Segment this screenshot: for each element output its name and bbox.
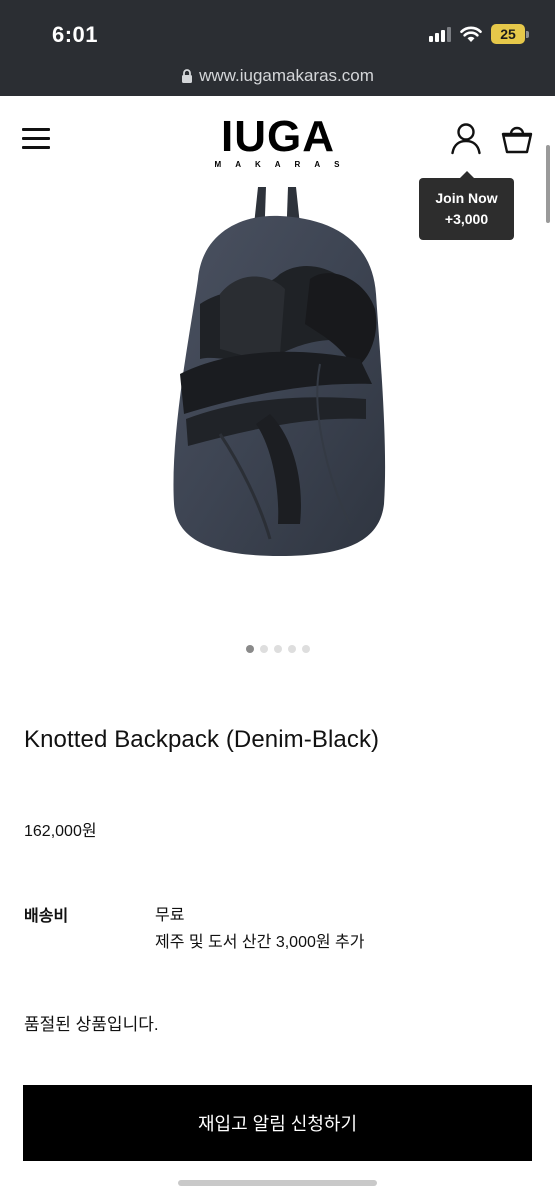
tooltip-line1: Join Now bbox=[435, 190, 498, 206]
home-indicator[interactable] bbox=[178, 1180, 377, 1186]
restock-alert-button[interactable]: 재입고 알림 신청하기 bbox=[23, 1085, 532, 1161]
soldout-notice: 품절된 상품입니다. bbox=[24, 1015, 159, 1034]
account-button[interactable] bbox=[450, 122, 482, 156]
shipping-value: 무료 제주 및 도서 산간 3,000원 추가 bbox=[155, 902, 364, 956]
menu-button[interactable] bbox=[22, 128, 50, 150]
lock-icon bbox=[182, 68, 193, 83]
url-text: www.iugamakaras.com bbox=[199, 66, 374, 85]
logo-main: IUGA bbox=[221, 112, 335, 161]
cart-button[interactable] bbox=[500, 122, 534, 156]
battery-icon: 25 bbox=[491, 24, 529, 44]
product-title: Knotted Backpack (Denim-Black) bbox=[24, 726, 380, 753]
carousel-dot-5[interactable] bbox=[301, 645, 310, 653]
join-now-tooltip[interactable]: Join Now +3,000 bbox=[419, 171, 514, 240]
cellular-signal-icon bbox=[429, 26, 451, 42]
product-price: 162,000원 bbox=[24, 823, 97, 840]
scrollbar[interactable] bbox=[546, 145, 550, 223]
carousel-dots bbox=[0, 645, 555, 653]
status-time: 6:01 bbox=[52, 22, 99, 47]
status-icons: 25 bbox=[429, 24, 529, 44]
hamburger-menu-icon bbox=[22, 128, 50, 131]
logo[interactable]: IUGA MAKARAS bbox=[198, 112, 358, 170]
logo-sub: MAKARAS bbox=[214, 160, 354, 169]
shipping-note: 제주 및 도서 산간 3,000원 추가 bbox=[155, 934, 365, 951]
site-header: IUGA MAKARAS bbox=[0, 96, 555, 182]
address-bar[interactable]: www.iugamakaras.com bbox=[0, 66, 555, 86]
shopping-bag-icon bbox=[501, 126, 533, 154]
product-image[interactable] bbox=[160, 184, 400, 564]
tooltip-line2: +3,000 bbox=[444, 211, 489, 227]
carousel-dot-2[interactable] bbox=[259, 645, 268, 653]
browser-chrome: 6:01 25 www.iugamakaras.com bbox=[0, 0, 555, 96]
wifi-icon bbox=[460, 26, 482, 42]
shipping-label: 배송비 bbox=[24, 908, 69, 925]
carousel-dot-3[interactable] bbox=[273, 645, 282, 653]
battery-level: 25 bbox=[491, 24, 525, 44]
carousel-dot-4[interactable] bbox=[287, 645, 296, 653]
carousel-dot-1[interactable] bbox=[245, 645, 254, 653]
shipping-fee: 무료 bbox=[155, 907, 185, 924]
user-icon bbox=[451, 123, 481, 155]
